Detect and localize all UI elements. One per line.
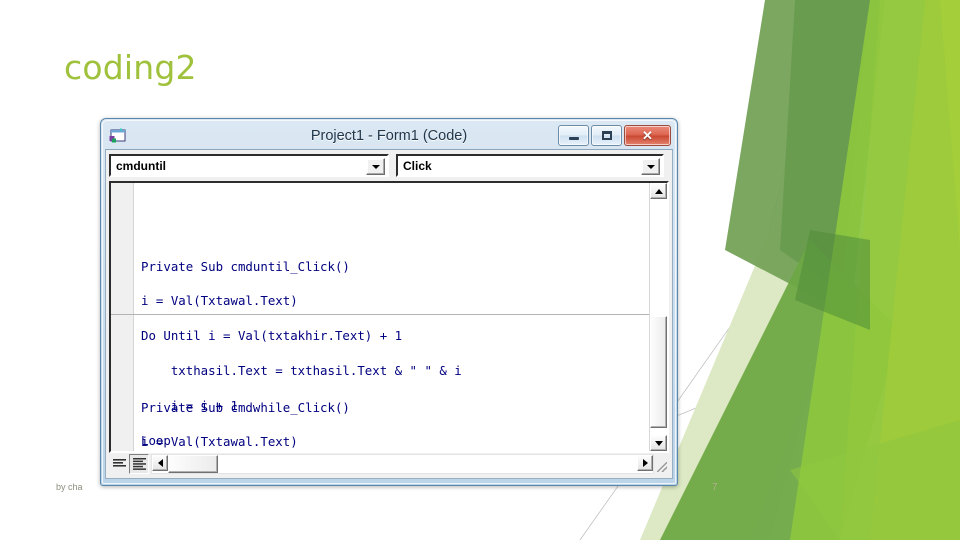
window-controls: ✕ [558, 125, 673, 146]
procedure-dropdown[interactable]: Click [396, 154, 664, 177]
slide-number: 7 [712, 482, 718, 493]
slide-footer: by cha [56, 482, 83, 492]
code-pane-procedure-2[interactable]: Private Sub cmdwhile_Click() i = Val(Txt… [111, 315, 649, 451]
scrollbar-track[interactable] [650, 199, 667, 314]
minimize-button[interactable] [558, 125, 589, 146]
close-button[interactable]: ✕ [624, 125, 671, 146]
scroll-down-icon[interactable] [650, 435, 667, 451]
code-text-surface[interactable]: Private Sub cmduntil_Click() i = Val(Txt… [111, 183, 649, 451]
vb-code-window-icon [109, 128, 126, 142]
code-block-cmdwhile: Private Sub cmdwhile_Click() i = Val(Txt… [141, 381, 649, 451]
object-dropdown-value: cmduntil [116, 158, 166, 173]
window-client-area: cmduntil Click Private Sub cmduntil_Clic… [105, 149, 673, 479]
code-line: i = Val(Txtawal.Text) [141, 434, 298, 450]
code-line: Private Sub cmdwhile_Click() [141, 399, 350, 415]
close-icon: ✕ [642, 128, 653, 143]
code-line: i = Val(Txtawal.Text) [141, 293, 298, 309]
chevron-down-icon[interactable] [641, 158, 660, 175]
vertical-scrollbar-bottom[interactable] [650, 314, 667, 451]
full-module-view-icon[interactable] [129, 454, 149, 474]
code-window-toolbar: cmduntil Click [109, 154, 669, 177]
code-editor[interactable]: Private Sub cmduntil_Click() i = Val(Txt… [109, 181, 669, 453]
page-title: coding2 [64, 48, 197, 87]
scrollbar-track[interactable] [650, 428, 667, 435]
scroll-up-icon[interactable] [650, 183, 667, 199]
code-line: Private Sub cmduntil_Click() [141, 258, 350, 274]
window-titlebar[interactable]: Project1 - Form1 (Code) ✕ [105, 122, 673, 149]
minimize-icon [568, 137, 579, 140]
scrollbar-thumb[interactable] [650, 316, 667, 428]
scrollbar-thumb[interactable] [168, 455, 218, 473]
scroll-right-icon[interactable] [637, 455, 653, 471]
procedure-dropdown-value: Click [403, 158, 432, 173]
horizontal-scrollbar[interactable] [151, 454, 654, 474]
procedure-view-icon[interactable] [109, 454, 129, 474]
scroll-left-icon[interactable] [152, 455, 168, 471]
vertical-scrollbars[interactable] [649, 183, 667, 451]
scrollbar-track[interactable] [218, 455, 637, 473]
maximize-button[interactable] [591, 125, 622, 146]
vb-code-window: Project1 - Form1 (Code) ✕ cmduntil Click… [100, 118, 678, 486]
code-margin-indicator-bar [111, 183, 134, 314]
code-window-statusbar [109, 454, 669, 474]
object-dropdown[interactable]: cmduntil [109, 154, 389, 177]
vertical-scrollbar-top[interactable] [650, 183, 667, 314]
code-margin-indicator-bar [111, 315, 134, 451]
maximize-icon [601, 131, 612, 140]
resize-grip[interactable] [654, 454, 669, 474]
chevron-down-icon[interactable] [366, 158, 385, 175]
code-pane-procedure-1[interactable]: Private Sub cmduntil_Click() i = Val(Txt… [111, 183, 649, 448]
presentation-slide: coding2 Project1 - Form1 (Code) ✕ cmdunt… [0, 0, 960, 540]
